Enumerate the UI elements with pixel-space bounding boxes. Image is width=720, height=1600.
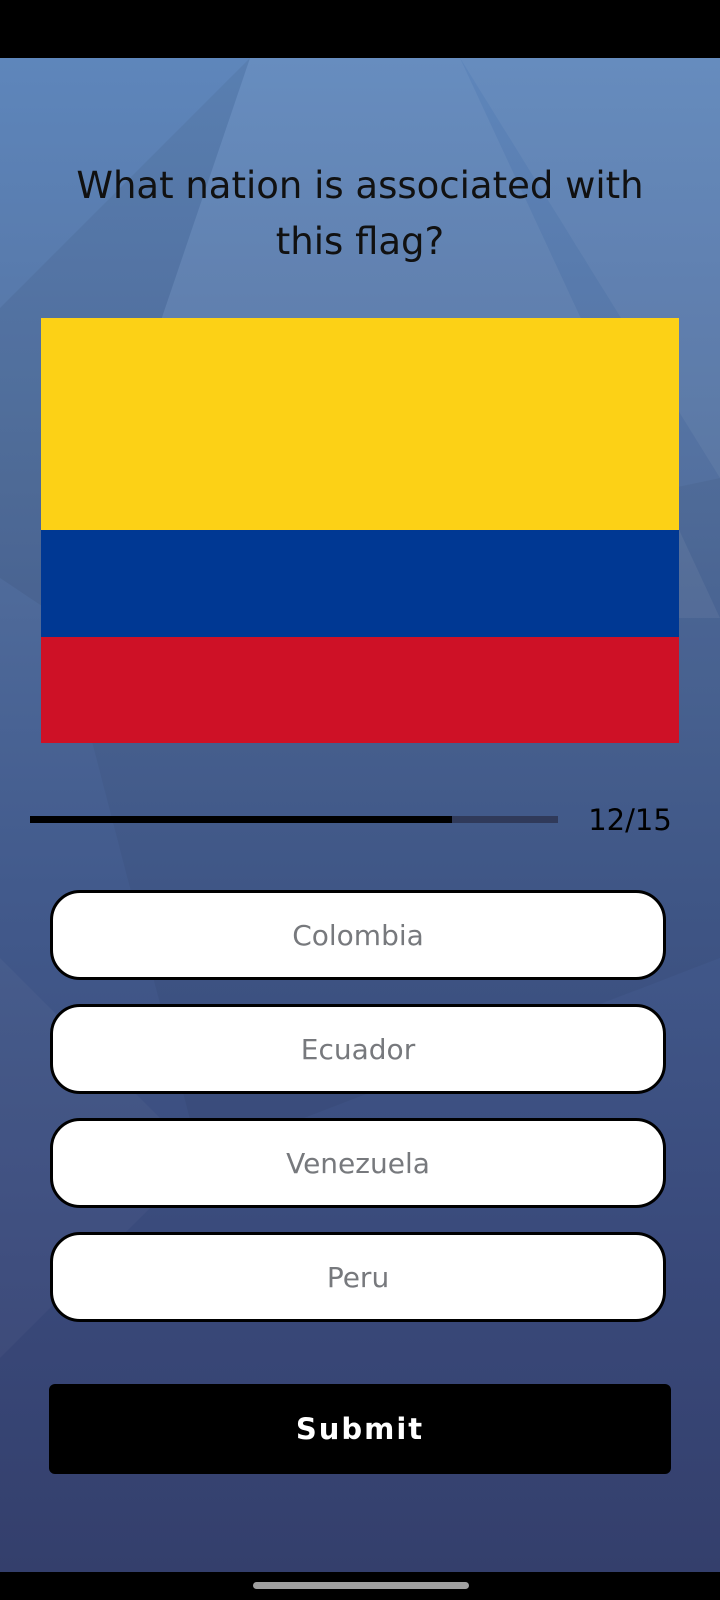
submit-button[interactable]: Submit (49, 1384, 671, 1474)
flag-stripe-yellow (41, 318, 679, 530)
flag-image (41, 318, 679, 743)
progress-counter: 12/15 (588, 803, 672, 837)
home-indicator[interactable] (253, 1582, 469, 1589)
answer-option-colombia[interactable]: Colombia (50, 890, 666, 980)
progress-bar-fill (30, 816, 453, 823)
flag-stripe-blue (41, 530, 679, 637)
answer-option-ecuador[interactable]: Ecuador (50, 1004, 666, 1094)
progress-bar (30, 816, 558, 823)
answer-option-venezuela[interactable]: Venezuela (50, 1118, 666, 1208)
quiz-screen: What nation is associated with this flag… (0, 58, 720, 1572)
flag-stripe-red (41, 637, 679, 743)
question-text: What nation is associated with this flag… (76, 164, 644, 263)
answer-option-peru[interactable]: Peru (50, 1232, 666, 1322)
status-bar (0, 0, 720, 58)
navigation-bar (0, 1572, 720, 1600)
